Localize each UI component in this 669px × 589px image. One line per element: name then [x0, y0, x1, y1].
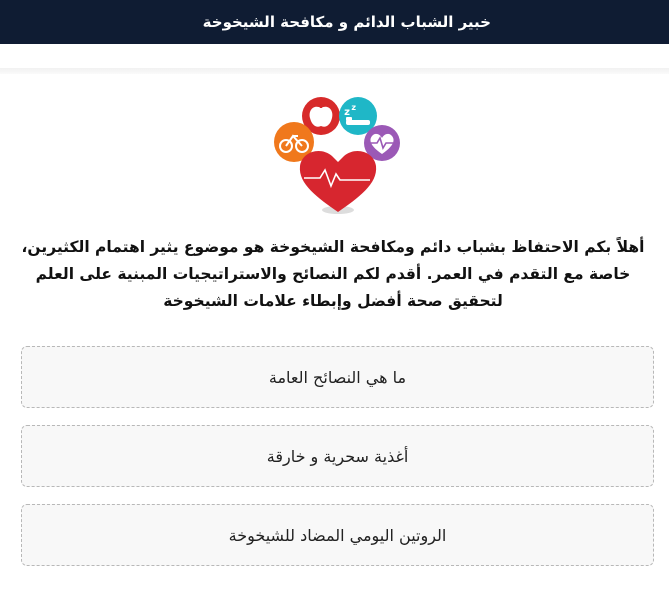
- app-title: خبير الشباب الدائم و مكافحة الشيخوخة: [202, 13, 491, 31]
- intro-text: أهلاً بكم الاحتفاظ بشباب دائم ومكافحة ال…: [21, 238, 645, 310]
- header-divider: [0, 68, 669, 74]
- option-magic-foods-button[interactable]: أغذية سحرية و خارقة: [21, 425, 654, 487]
- option-daily-routine-button[interactable]: الروتين اليومي المضاد للشيخوخة: [21, 504, 654, 566]
- svg-text:z: z: [351, 103, 356, 112]
- heart-icon: [299, 151, 377, 214]
- app-header: خبير الشباب الدائم و مكافحة الشيخوخة: [0, 0, 669, 44]
- health-logo: z z: [274, 97, 400, 214]
- options-list: ما هي النصائح العامة أغذية سحرية و خارقة…: [21, 346, 654, 583]
- option-general-tips-button[interactable]: ما هي النصائح العامة: [21, 346, 654, 408]
- svg-text:z: z: [344, 107, 350, 118]
